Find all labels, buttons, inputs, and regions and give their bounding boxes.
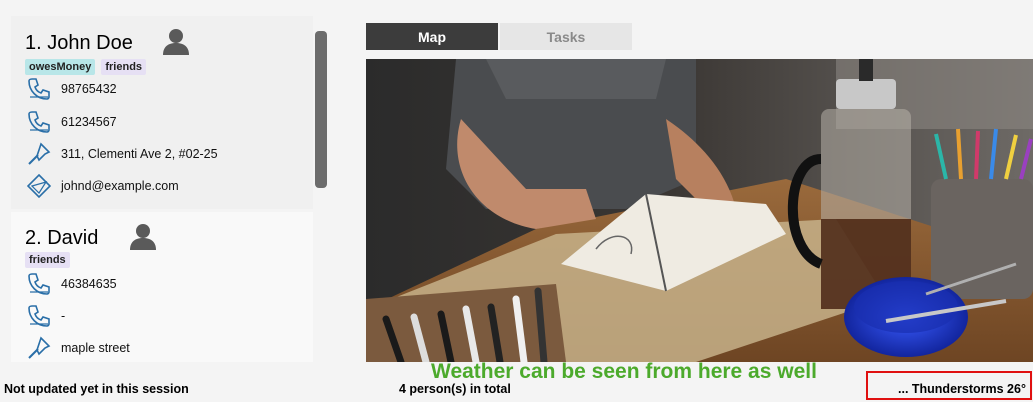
phone-field: 98765432 — [27, 76, 117, 102]
phone-icon — [28, 111, 50, 133]
tab-tasks[interactable]: Tasks — [500, 23, 632, 50]
tag-friends: friends — [101, 59, 147, 75]
address-pin-icon — [28, 142, 51, 165]
person-list-panel[interactable]: 1. John Doe owesMoney friends 98765432 6… — [0, 0, 340, 372]
phone-value: 98765432 — [61, 82, 117, 96]
person-icon — [130, 224, 156, 250]
tab-map[interactable]: Map — [366, 23, 498, 50]
weather-status: ... Thunderstorms 26° — [898, 382, 1026, 396]
phone-field-2: 61234567 — [27, 109, 117, 135]
address-field: 311, Clementi Ave 2, #02-25 — [27, 141, 218, 167]
tag-list: owesMoney friends — [25, 59, 147, 75]
phone-value-2: 61234567 — [61, 115, 117, 129]
phone-value: 46384635 — [61, 277, 117, 291]
phone-value-2: - — [61, 309, 66, 323]
address-value: maple street — [61, 341, 130, 355]
list-scrollbar[interactable] — [315, 31, 327, 188]
address-pin-icon — [28, 336, 51, 359]
address-value: 311, Clementi Ave 2, #02-25 — [61, 147, 218, 161]
address-field: maple street — [27, 335, 130, 361]
person-name: 2. David — [25, 227, 99, 249]
weather-annotation: Weather can be seen from here as well — [431, 360, 817, 383]
tag-list: friends — [25, 252, 70, 268]
phone-icon — [28, 78, 50, 100]
view-tabs: Map Tasks — [366, 23, 632, 50]
tag-owesmoney: owesMoney — [25, 59, 96, 75]
phone-field-2: - — [27, 303, 65, 329]
phone-field: 46384635 — [27, 271, 117, 297]
person-count: 4 person(s) in total — [399, 382, 511, 396]
person-icon — [163, 29, 189, 55]
sync-status: Not updated yet in this session — [4, 382, 189, 396]
background-photo — [366, 59, 1033, 362]
person-card[interactable]: 1. John Doe owesMoney friends 98765432 6… — [11, 16, 313, 209]
tag-friends: friends — [25, 252, 70, 268]
phone-icon — [28, 273, 50, 295]
email-field: johnd@example.com — [27, 173, 179, 199]
email-value: johnd@example.com — [61, 179, 179, 193]
person-name: 1. John Doe — [25, 32, 133, 54]
weather-status-highlight: ... Thunderstorms 26° — [866, 371, 1032, 400]
email-icon — [27, 174, 51, 198]
phone-icon — [28, 305, 50, 327]
person-card[interactable]: 2. David friends 46384635 - maple street — [11, 212, 313, 362]
